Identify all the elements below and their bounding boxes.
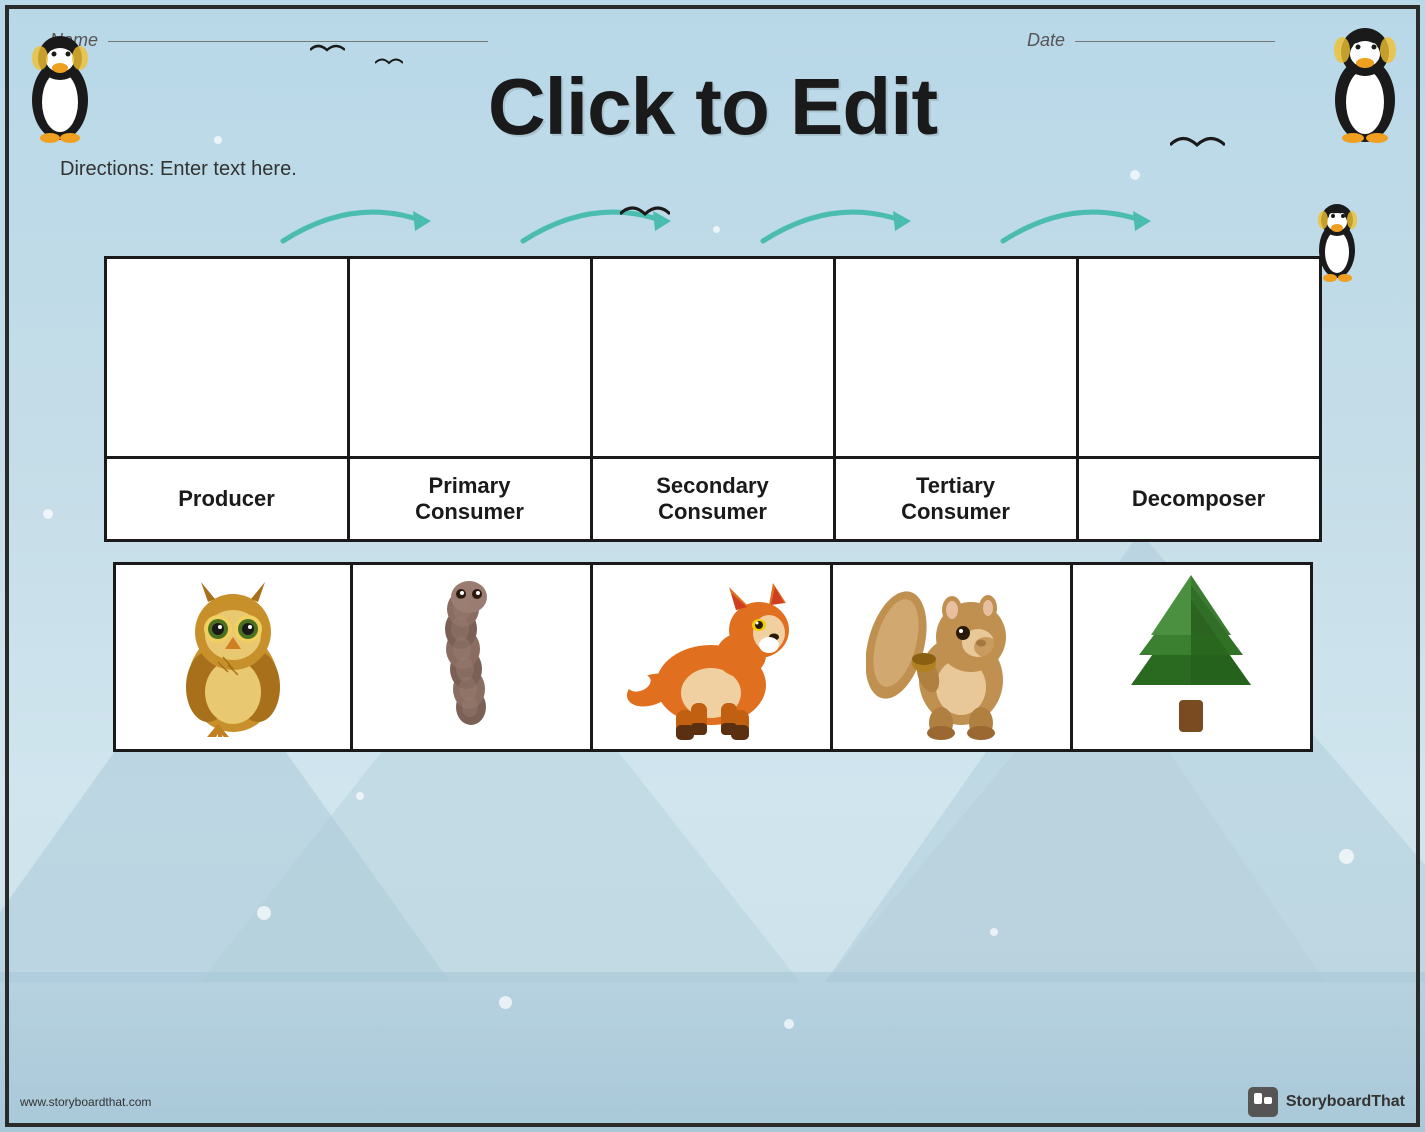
name-line — [108, 41, 488, 42]
arrow-spacer-4 — [953, 191, 1193, 251]
date-label: Date — [1027, 30, 1065, 50]
secondary-consumer-image-card[interactable] — [593, 259, 833, 459]
secondary-consumer-label: SecondaryConsumer — [656, 473, 769, 526]
curved-arrow-3 — [753, 191, 913, 251]
cards-section: Producer PrimaryConsumer SecondaryConsum… — [30, 256, 1395, 542]
squirrel-illustration — [866, 575, 1036, 740]
animals-section — [30, 562, 1395, 752]
bird-silhouette — [375, 55, 403, 76]
snow-dot — [1339, 849, 1354, 864]
bird-silhouette — [620, 200, 670, 233]
decomposer-image-card[interactable] — [1079, 259, 1319, 459]
producer-label-card[interactable]: Producer — [107, 459, 347, 539]
producer-label: Producer — [178, 486, 275, 512]
owl-cell[interactable] — [113, 562, 353, 752]
decomposer-column: Decomposer — [1079, 256, 1322, 542]
secondary-consumer-column: SecondaryConsumer — [593, 256, 836, 542]
secondary-consumer-label-card[interactable]: SecondaryConsumer — [593, 459, 833, 539]
bird-silhouette — [310, 40, 345, 65]
penguin-middle-right — [1310, 200, 1365, 290]
primary-consumer-column: PrimaryConsumer — [350, 256, 593, 542]
decomposer-label-card[interactable]: Decomposer — [1079, 459, 1319, 539]
brand-name: StoryboardThat — [1286, 1093, 1405, 1111]
curved-arrow-4 — [993, 191, 1153, 251]
snow-dot — [257, 906, 271, 920]
arrow-spacer-2 — [473, 191, 713, 251]
worm-cell[interactable] — [353, 562, 593, 752]
worm-illustration — [391, 577, 551, 737]
tertiary-consumer-column: TertiaryConsumer — [836, 256, 1079, 542]
producer-column: Producer — [104, 256, 350, 542]
tertiary-consumer-label: TertiaryConsumer — [901, 473, 1010, 526]
arrows-row — [30, 191, 1395, 251]
snow-dot — [784, 1019, 794, 1029]
footer-brand: StoryboardThat — [1248, 1087, 1405, 1117]
header-row: Name Date — [30, 20, 1395, 61]
brand-logo-icon — [1248, 1087, 1278, 1117]
pine-tree-illustration — [1111, 575, 1271, 740]
fox-cell[interactable] — [593, 562, 833, 752]
primary-consumer-image-card[interactable] — [350, 259, 590, 459]
name-field: Name — [50, 30, 488, 51]
snow-dot — [990, 928, 998, 936]
footer: www.storyboardthat.com StoryboardThat — [20, 1087, 1405, 1117]
decomposer-label: Decomposer — [1132, 486, 1265, 512]
bird-silhouette — [1170, 130, 1225, 165]
footer-url: www.storyboardthat.com — [20, 1095, 151, 1109]
arrow-spacer-3 — [713, 191, 953, 251]
tertiary-consumer-label-card[interactable]: TertiaryConsumer — [836, 459, 1076, 539]
primary-consumer-label-card[interactable]: PrimaryConsumer — [350, 459, 590, 539]
tree-cell[interactable] — [1073, 562, 1313, 752]
primary-consumer-label: PrimaryConsumer — [415, 473, 524, 526]
fox-illustration — [621, 575, 801, 740]
producer-image-card[interactable] — [107, 259, 347, 459]
curved-arrow-1 — [273, 191, 433, 251]
squirrel-cell[interactable] — [833, 562, 1073, 752]
penguin-top-right — [1320, 20, 1410, 155]
tertiary-consumer-image-card[interactable] — [836, 259, 1076, 459]
snow-dot — [499, 996, 512, 1009]
date-field: Date — [1027, 30, 1275, 51]
main-content: Name Date Click to Edit Directions: Ente… — [0, 0, 1425, 772]
penguin-top-left — [20, 30, 100, 155]
arrow-spacer-1 — [233, 191, 473, 251]
owl-illustration — [153, 577, 313, 737]
date-line — [1075, 41, 1275, 42]
